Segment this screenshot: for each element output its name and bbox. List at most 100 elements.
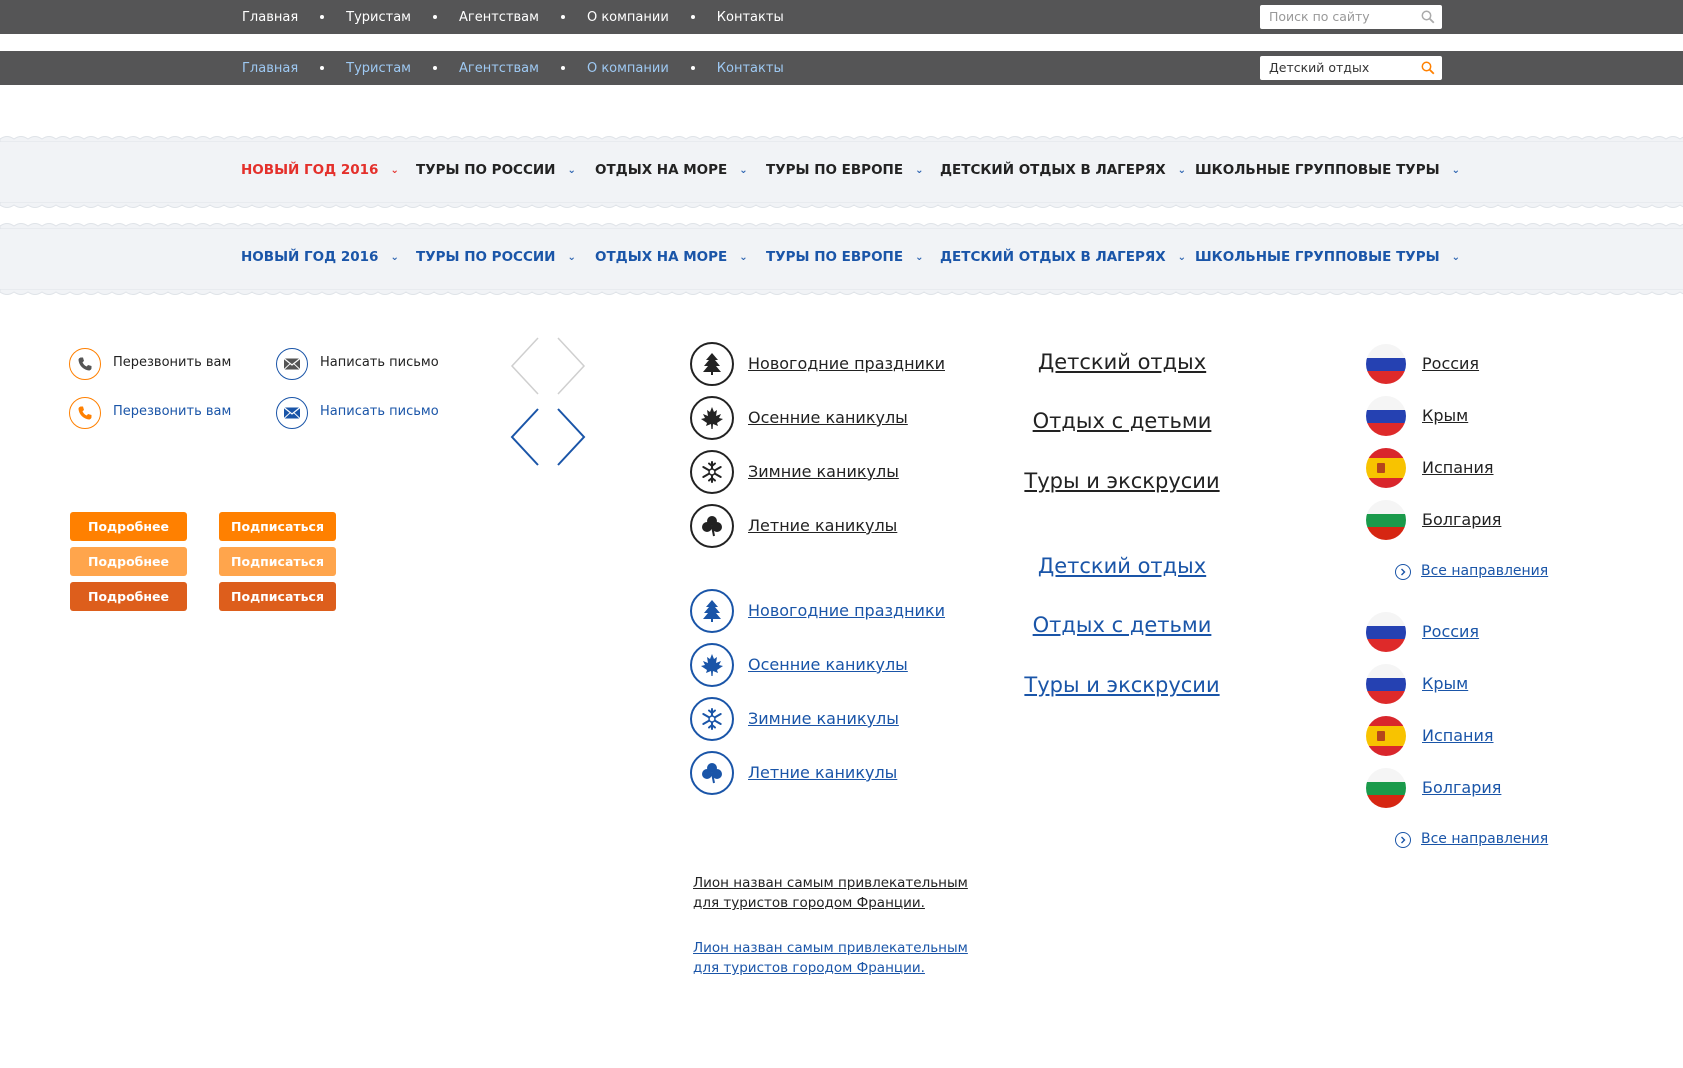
bulgaria-flag-icon xyxy=(1366,768,1406,808)
menu-item-label: ОТДЫХ НА МОРЕ xyxy=(595,249,728,265)
menu-item-school[interactable]: ШКОЛЬНЫЕ ГРУППОВЫЕ ТУРЫ ⌄ xyxy=(1195,249,1460,265)
search-icon[interactable] xyxy=(1421,10,1435,24)
top-nav-agencies[interactable]: Агентствам xyxy=(459,10,539,25)
callback-link[interactable]: Перезвонить вам xyxy=(113,355,231,370)
season-link-summer[interactable]: Летние каникулы xyxy=(748,763,897,782)
fir-tree-icon[interactable] xyxy=(690,589,734,633)
season-link-autumn[interactable]: Осенние каникулы xyxy=(748,408,908,427)
russia-flag-icon xyxy=(1366,664,1406,704)
maple-leaf-icon[interactable] xyxy=(690,643,734,687)
menu-item-camps[interactable]: ДЕТСКИЙ ОТДЫХ В ЛАГЕРЯХ ⌄ xyxy=(940,162,1186,178)
envelope-icon[interactable] xyxy=(276,348,308,380)
arrow-right-icon[interactable] xyxy=(557,408,586,466)
details-button-active[interactable]: Подробнее xyxy=(70,582,187,611)
fir-tree-icon[interactable] xyxy=(690,342,734,386)
news-link[interactable]: Лион назван самым привлекательным для ту… xyxy=(693,873,993,913)
russia-flag-icon xyxy=(1366,344,1406,384)
menu-item-school[interactable]: ШКОЛЬНЫЕ ГРУППОВЫЕ ТУРЫ ⌄ xyxy=(1195,162,1460,178)
arrow-right-icon[interactable] xyxy=(557,337,586,395)
menu-item-russia[interactable]: ТУРЫ ПО РОССИИ ⌄ xyxy=(416,162,576,178)
maple-leaf-icon[interactable] xyxy=(690,396,734,440)
write-letter-link[interactable]: Написать письмо xyxy=(320,404,439,419)
subscribe-button-active[interactable]: Подписаться xyxy=(219,582,336,611)
top-nav-tourists[interactable]: Туристам xyxy=(346,61,411,76)
news-link[interactable]: Лион назван самым привлекательным для ту… xyxy=(693,938,993,978)
write-letter-link[interactable]: Написать письмо xyxy=(320,355,439,370)
big-link-family-rest[interactable]: Отдых с детьми xyxy=(1033,613,1212,637)
top-nav-tourists[interactable]: Туристам xyxy=(346,10,411,25)
details-button[interactable]: Подробнее xyxy=(70,512,187,541)
subscribe-button-hover[interactable]: Подписаться xyxy=(219,547,336,576)
chevron-down-icon: ⌄ xyxy=(915,165,924,176)
menu-item-new-year[interactable]: НОВЫЙ ГОД 2016 ⌄ xyxy=(241,162,399,178)
nav-separator xyxy=(433,15,437,19)
arrow-left-icon[interactable] xyxy=(510,337,539,395)
spain-flag-icon xyxy=(1366,716,1406,756)
big-link-kids-rest[interactable]: Детский отдых xyxy=(1038,554,1206,578)
menu-items: НОВЫЙ ГОД 2016 ⌄ ТУРЫ ПО РОССИИ ⌄ ОТДЫХ НА… xyxy=(0,140,1683,204)
top-nav-bar: Главная Туристам Агентствам О компании К… xyxy=(0,0,1683,34)
chevron-right-circle-icon[interactable] xyxy=(1395,832,1411,848)
snowflake-icon[interactable] xyxy=(690,697,734,741)
menu-item-europe[interactable]: ТУРЫ ПО ЕВРОПЕ ⌄ xyxy=(766,162,923,178)
season-link-new-year[interactable]: Новогодние праздники xyxy=(748,601,945,620)
season-link-winter[interactable]: Зимние каникулы xyxy=(748,462,899,481)
phone-icon[interactable] xyxy=(69,348,101,380)
top-nav-agencies[interactable]: Агентствам xyxy=(459,61,539,76)
destination-link-spain[interactable]: Испания xyxy=(1422,458,1494,477)
season-link-new-year[interactable]: Новогодние праздники xyxy=(748,354,945,373)
phone-icon[interactable] xyxy=(69,397,101,429)
big-link-family-rest[interactable]: Отдых с детьми xyxy=(1033,409,1212,433)
arrow-left-icon[interactable] xyxy=(510,408,539,466)
search-box-active xyxy=(1260,56,1442,80)
envelope-icon[interactable] xyxy=(276,397,308,429)
nav-separator xyxy=(690,66,695,70)
chevron-right-circle-icon[interactable] xyxy=(1395,564,1411,580)
search-input[interactable] xyxy=(1269,56,1416,80)
chevron-down-icon: ⌄ xyxy=(915,252,924,263)
menu-item-sea[interactable]: ОТДЫХ НА МОРЕ ⌄ xyxy=(595,249,748,265)
menu-item-label: НОВЫЙ ГОД 2016 xyxy=(241,249,379,265)
destination-link-bulgaria[interactable]: Болгария xyxy=(1422,778,1501,797)
top-nav-home[interactable]: Главная xyxy=(242,10,298,25)
destination-link-russia[interactable]: Россия xyxy=(1422,354,1479,373)
destination-link-russia[interactable]: Россия xyxy=(1422,622,1479,641)
details-button-hover[interactable]: Подробнее xyxy=(70,547,187,576)
search-icon[interactable] xyxy=(1421,61,1435,75)
snowflake-icon[interactable] xyxy=(690,450,734,494)
subscribe-button[interactable]: Подписаться xyxy=(219,512,336,541)
spain-flag-icon xyxy=(1366,448,1406,488)
top-nav-about[interactable]: О компании xyxy=(587,10,669,25)
season-link-winter[interactable]: Зимние каникулы xyxy=(748,709,899,728)
nav-separator xyxy=(560,66,565,70)
all-destinations-link[interactable]: Все направления xyxy=(1421,563,1548,579)
chevron-down-icon: ⌄ xyxy=(739,165,748,176)
top-nav: Главная Туристам Агентствам О компании К… xyxy=(242,0,784,34)
menu-item-europe[interactable]: ТУРЫ ПО ЕВРОПЕ ⌄ xyxy=(766,249,923,265)
season-link-summer[interactable]: Летние каникулы xyxy=(748,516,897,535)
callback-link[interactable]: Перезвонить вам xyxy=(113,404,231,419)
season-link-autumn[interactable]: Осенние каникулы xyxy=(748,655,908,674)
clover-icon[interactable] xyxy=(690,751,734,795)
top-nav-about[interactable]: О компании xyxy=(587,61,669,76)
menu-item-label: ШКОЛЬНЫЕ ГРУППОВЫЕ ТУРЫ xyxy=(1195,249,1440,265)
all-destinations-link[interactable]: Все направления xyxy=(1421,831,1548,847)
top-nav-contacts[interactable]: Контакты xyxy=(717,61,784,76)
search-input[interactable] xyxy=(1269,5,1416,29)
big-link-kids-rest[interactable]: Детский отдых xyxy=(1038,350,1206,374)
top-nav-contacts[interactable]: Контакты xyxy=(717,10,784,25)
menu-item-camps[interactable]: ДЕТСКИЙ ОТДЫХ В ЛАГЕРЯХ ⌄ xyxy=(940,249,1186,265)
destination-link-spain[interactable]: Испания xyxy=(1422,726,1494,745)
destination-link-crimea[interactable]: Крым xyxy=(1422,674,1468,693)
menu-item-label: ШКОЛЬНЫЕ ГРУППОВЫЕ ТУРЫ xyxy=(1195,162,1440,178)
big-link-tours[interactable]: Туры и экскрусии xyxy=(1024,469,1219,493)
clover-icon[interactable] xyxy=(690,504,734,548)
menu-item-label: ТУРЫ ПО ЕВРОПЕ xyxy=(766,162,904,178)
menu-item-new-year[interactable]: НОВЫЙ ГОД 2016 ⌄ xyxy=(241,249,399,265)
menu-item-sea[interactable]: ОТДЫХ НА МОРЕ ⌄ xyxy=(595,162,748,178)
big-link-tours[interactable]: Туры и экскрусии xyxy=(1024,673,1219,697)
destination-link-crimea[interactable]: Крым xyxy=(1422,406,1468,425)
menu-item-russia[interactable]: ТУРЫ ПО РОССИИ ⌄ xyxy=(416,249,576,265)
top-nav-home[interactable]: Главная xyxy=(242,61,298,76)
destination-link-bulgaria[interactable]: Болгария xyxy=(1422,510,1501,529)
